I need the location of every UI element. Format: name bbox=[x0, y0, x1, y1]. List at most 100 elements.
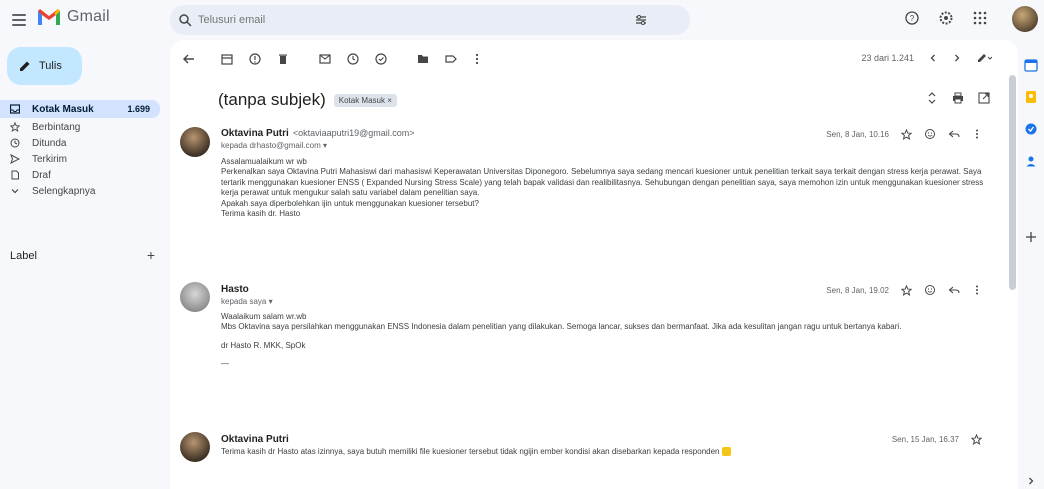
avatar[interactable] bbox=[180, 432, 210, 462]
unread-count: 1.699 bbox=[127, 104, 150, 114]
app-name: Gmail bbox=[67, 8, 110, 25]
body-line: Apakah saya diperbolehkan ijin untuk men… bbox=[221, 198, 479, 208]
mark-unread-icon[interactable] bbox=[318, 52, 332, 66]
sidebar-item-more[interactable]: Selengkapnya bbox=[0, 183, 160, 199]
report-spam-icon[interactable] bbox=[248, 52, 262, 66]
more-vert-icon[interactable] bbox=[470, 52, 484, 66]
labels-heading: Label bbox=[10, 250, 37, 262]
snippet-text: Terima kasih dr Hasto atas izinnya, saya… bbox=[221, 447, 720, 456]
sender-line: Oktavina Putri bbox=[221, 434, 289, 445]
star-icon[interactable] bbox=[901, 128, 912, 140]
add-label-button[interactable]: + bbox=[147, 248, 155, 262]
sidebar-item-sent[interactable]: Terkirim bbox=[0, 151, 160, 167]
signature-separator: — bbox=[221, 359, 229, 369]
keep-icon[interactable] bbox=[1024, 90, 1038, 104]
recipient-line[interactable]: kepada saya ▾ bbox=[221, 297, 273, 306]
message-body: Waalaikum salam wr.wb Mbs Oktavina saya … bbox=[221, 312, 989, 370]
body-line: Terima kasih dr. Hasto bbox=[221, 209, 301, 219]
star-icon[interactable] bbox=[901, 284, 912, 296]
move-to-icon[interactable] bbox=[416, 52, 430, 66]
input-tools-icon[interactable] bbox=[976, 52, 992, 64]
sender-name[interactable]: Hasto bbox=[221, 284, 249, 295]
add-addon-icon[interactable] bbox=[1024, 230, 1038, 244]
apps-grid-icon[interactable] bbox=[972, 10, 988, 26]
snooze-icon[interactable] bbox=[346, 52, 360, 66]
sender-line: Oktavina Putri <oktaviaaputri19@gmail.com… bbox=[221, 128, 415, 139]
top-bar: Gmail ? bbox=[0, 0, 1044, 40]
emoji-icon bbox=[721, 447, 731, 457]
pagination-text: 23 dari 1.241 bbox=[861, 53, 914, 63]
avatar[interactable] bbox=[180, 282, 210, 312]
chevron-right-icon[interactable] bbox=[952, 53, 962, 63]
body-line: dr Hasto R. MKK, SpOk bbox=[221, 340, 306, 350]
sidebar-item-label: Selengkapnya bbox=[32, 185, 96, 197]
subject-row: (tanpa subjek) Kotak Masuk × bbox=[218, 90, 397, 110]
emoji-reaction-icon[interactable] bbox=[924, 284, 936, 296]
sidebar-item-inbox[interactable]: Kotak Masuk 1.699 bbox=[0, 100, 160, 118]
more-vert-icon[interactable] bbox=[972, 284, 982, 296]
expand-all-icon[interactable] bbox=[926, 92, 938, 104]
pencil-icon bbox=[20, 61, 30, 71]
search-options-icon[interactable] bbox=[634, 13, 648, 27]
message-body: Assalamualaikum wr wb Perkenalkan saya O… bbox=[221, 157, 989, 219]
sidebar-item-snoozed[interactable]: Ditunda bbox=[0, 135, 160, 151]
compose-button[interactable]: Tulis bbox=[7, 47, 82, 85]
message-snippet[interactable]: Terima kasih dr Hasto atas izinnya, saya… bbox=[221, 447, 989, 457]
main-menu-icon[interactable] bbox=[10, 11, 28, 29]
sender-line: Hasto bbox=[221, 284, 249, 295]
print-icon[interactable] bbox=[952, 92, 964, 104]
account-avatar[interactable] bbox=[1012, 6, 1038, 32]
scrollbar[interactable] bbox=[1009, 75, 1016, 290]
reply-icon[interactable] bbox=[948, 284, 960, 296]
add-task-icon[interactable] bbox=[374, 52, 388, 66]
side-panel bbox=[1018, 40, 1044, 489]
subject-actions bbox=[926, 92, 990, 104]
sidebar-item-drafts[interactable]: Draf bbox=[0, 167, 160, 183]
sidebar-item-label: Ditunda bbox=[32, 137, 67, 149]
message-meta: Sen, 8 Jan, 10.16 bbox=[826, 128, 982, 140]
calendar-icon[interactable] bbox=[1024, 58, 1038, 72]
pagination-area: 23 dari 1.241 bbox=[861, 52, 992, 64]
chevron-left-icon[interactable] bbox=[928, 53, 938, 63]
body-line: Assalamualaikum wr wb bbox=[221, 157, 307, 166]
settings-icon[interactable] bbox=[938, 10, 954, 26]
more-vert-icon[interactable] bbox=[972, 128, 982, 140]
body-line: Waalaikum salam wr.wb bbox=[221, 312, 307, 321]
open-new-window-icon[interactable] bbox=[978, 92, 990, 104]
sender-name[interactable]: Oktavina Putri bbox=[221, 434, 289, 445]
clock-icon bbox=[10, 138, 20, 148]
draft-icon bbox=[11, 170, 19, 180]
body-line: Perkenalkan saya Oktavina Putri Mahasisw… bbox=[221, 167, 984, 198]
help-icon[interactable]: ? bbox=[904, 10, 920, 26]
tasks-icon[interactable] bbox=[1024, 122, 1038, 136]
email-subject: (tanpa subjek) bbox=[218, 90, 326, 109]
sidebar-item-label: Berbintang bbox=[32, 121, 81, 133]
sender-name[interactable]: Oktavina Putri bbox=[221, 128, 289, 139]
label-icon[interactable] bbox=[444, 52, 458, 66]
sidebar-item-starred[interactable]: Berbintang bbox=[0, 119, 160, 135]
message-date: Sen, 8 Jan, 10.16 bbox=[826, 129, 889, 139]
contacts-icon[interactable] bbox=[1024, 154, 1038, 168]
recipient-line[interactable]: kepada drhasto@gmail.com ▾ bbox=[221, 141, 327, 150]
gmail-logo[interactable]: Gmail bbox=[37, 8, 110, 26]
message-date: Sen, 15 Jan, 16.37 bbox=[891, 435, 959, 444]
message-toolbar: 23 dari 1.241 bbox=[170, 40, 1018, 78]
sender-email: <oktaviaaputri19@gmail.com> bbox=[292, 128, 415, 138]
archive-icon[interactable] bbox=[220, 52, 234, 66]
search-input[interactable] bbox=[198, 14, 578, 26]
back-arrow-icon[interactable] bbox=[182, 52, 196, 66]
search-bar[interactable] bbox=[170, 5, 690, 35]
star-icon[interactable] bbox=[971, 434, 982, 445]
inbox-label-chip[interactable]: Kotak Masuk × bbox=[333, 93, 397, 107]
search-icon[interactable] bbox=[178, 13, 192, 27]
delete-icon[interactable] bbox=[276, 52, 290, 66]
body-line: Mbs Oktavina saya persilahkan menggunaka… bbox=[221, 322, 902, 332]
chevron-down-icon bbox=[11, 189, 19, 194]
avatar[interactable] bbox=[180, 127, 210, 157]
reply-icon[interactable] bbox=[948, 128, 960, 140]
gmail-m-icon bbox=[38, 9, 60, 25]
message-view: 23 dari 1.241 (tanpa subjek) Kotak Masuk… bbox=[170, 40, 1018, 489]
emoji-reaction-icon[interactable] bbox=[924, 128, 936, 140]
chevron-right-icon[interactable] bbox=[1024, 474, 1038, 488]
